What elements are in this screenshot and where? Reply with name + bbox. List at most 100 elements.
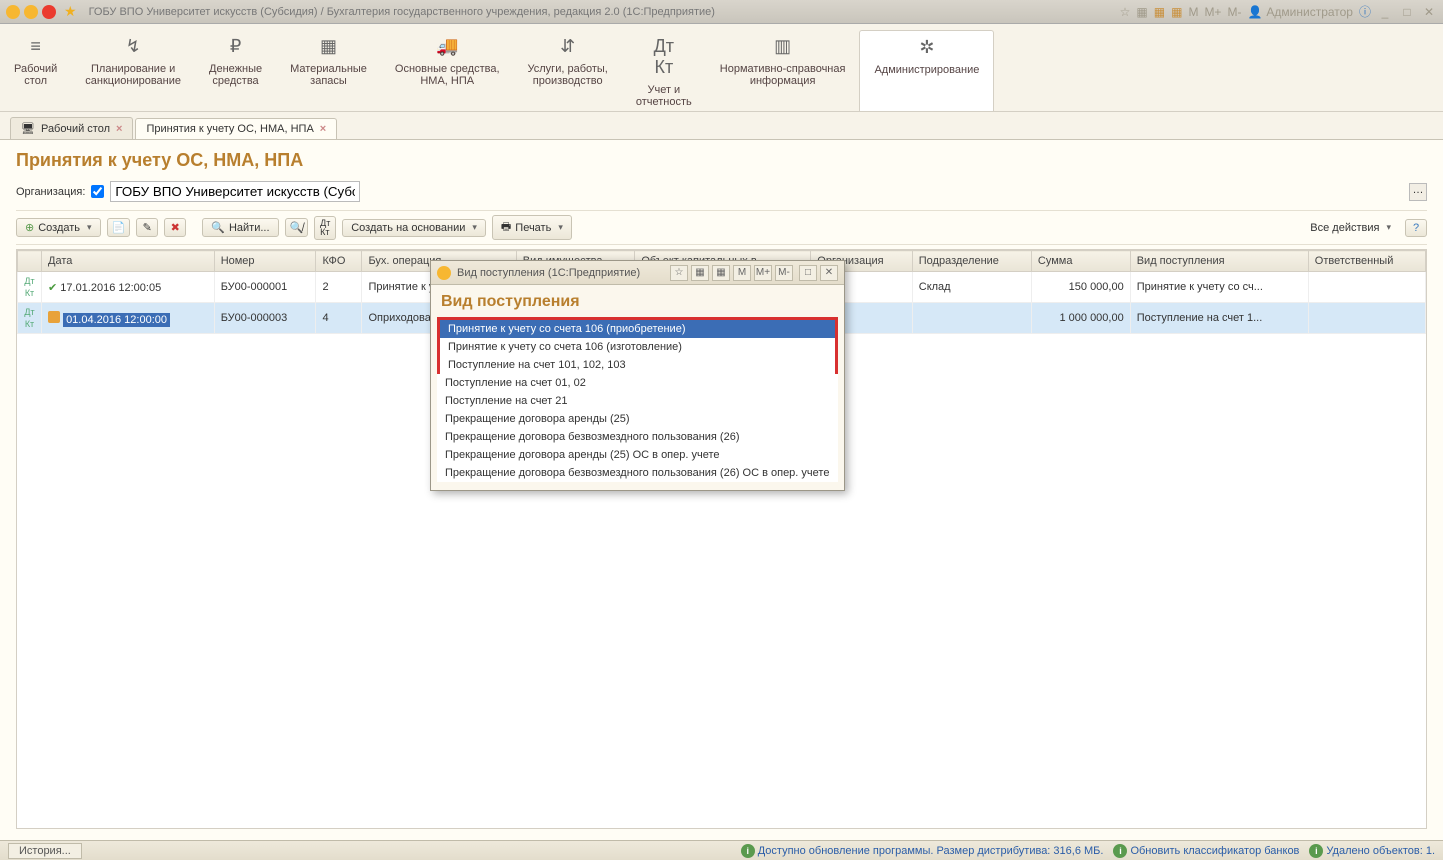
org-input[interactable] [110, 181, 360, 202]
history-button[interactable]: История... [8, 843, 82, 859]
popup-dialog: Вид поступления (1С:Предприятие) ☆▦▦MM+M… [430, 260, 845, 491]
create-button[interactable]: ⊕Создать [16, 218, 101, 237]
minimize-icon[interactable]: _ [1377, 5, 1393, 19]
org-label: Организация: [16, 186, 85, 198]
list-toolbar: ⊕Создать 📄 ✎ ✖ 🔍 Найти... 🔍̸ ДтКт Создат… [16, 210, 1427, 245]
section-icon: ₽ [209, 36, 262, 57]
delete-button[interactable]: ✖ [164, 218, 186, 237]
popup-close-icon[interactable]: ✕ [820, 265, 838, 281]
popup-item[interactable]: Поступление на счет 01, 02 [437, 374, 838, 392]
toolbar-icon[interactable]: M+ [1204, 5, 1221, 19]
column-header[interactable]: КФО [316, 251, 362, 272]
popup-item[interactable]: Прекращение договора безвозмездного поль… [437, 464, 838, 482]
row-icon: ДтКт [24, 276, 34, 298]
print-button[interactable]: 🖶 Печать [492, 215, 572, 240]
toolbar-icon[interactable]: ☆ [1120, 5, 1131, 19]
popup-list-highlighted: Принятие к учету со счета 106 (приобрете… [437, 317, 838, 377]
nav-forward-icon[interactable] [42, 5, 56, 19]
popup-tool-button[interactable]: ▦ [691, 265, 709, 281]
sections-nav: ≡Рабочийстол↯Планирование исанкционирова… [0, 24, 1443, 112]
popup-item[interactable]: Поступление на счет 21 [437, 392, 838, 410]
popup-tool-button[interactable]: M+ [754, 265, 772, 281]
info-icon[interactable]: ⓘ [1359, 3, 1371, 20]
popup-tool-button[interactable]: M [733, 265, 751, 281]
tab-1[interactable]: Принятия к учету ОС, НМА, НПА × [135, 118, 337, 139]
section-icon: ▥ [720, 36, 846, 57]
create-based-button[interactable]: Создать на основании [342, 219, 486, 237]
toolbar-icon[interactable]: ▦ [1136, 5, 1147, 19]
all-actions-button[interactable]: Все действия [1302, 220, 1399, 236]
window-title: ГОБУ ВПО Университет искусств (Субсидия)… [89, 6, 1116, 18]
popup-tool-button[interactable]: ▦ [712, 265, 730, 281]
popup-window-title: Вид поступления (1С:Предприятие) [457, 267, 664, 279]
org-more-button[interactable]: … [1409, 183, 1427, 201]
popup-item[interactable]: Принятие к учету со счета 106 (изготовле… [440, 338, 835, 356]
popup-item[interactable]: Поступление на счет 101, 102, 103 [440, 356, 835, 374]
popup-maximize-icon[interactable]: □ [799, 265, 817, 281]
organization-row: Организация: … [16, 181, 1427, 202]
maximize-icon[interactable]: □ [1399, 5, 1415, 19]
section-icon: ↯ [85, 36, 181, 57]
section-icon: ≡ [14, 36, 57, 57]
section-1[interactable]: ↯Планирование исанкционирование [71, 30, 195, 111]
popup-titlebar[interactable]: Вид поступления (1С:Предприятие) ☆▦▦MM+M… [431, 261, 844, 285]
tab-close-icon[interactable]: × [116, 123, 122, 135]
section-5[interactable]: ⇵Услуги, работы,производство [514, 30, 622, 111]
popup-item[interactable]: Прекращение договора безвозмездного поль… [437, 428, 838, 446]
edit-button[interactable]: ✎ [136, 218, 158, 237]
column-header[interactable]: Сумма [1031, 251, 1130, 272]
toolbar-icon[interactable]: ▦ [1154, 5, 1165, 19]
column-header[interactable]: Дата [42, 251, 215, 272]
column-header[interactable] [18, 251, 42, 272]
favorite-icon[interactable]: ★ [64, 3, 77, 20]
app-icon [6, 5, 20, 19]
dt-kt-button[interactable]: ДтКт [314, 216, 336, 240]
popup-item[interactable]: Принятие к учету со счета 106 (приобрете… [440, 320, 835, 338]
section-7[interactable]: ▥Нормативно-справочнаяинформация [706, 30, 860, 111]
popup-heading: Вид поступления [431, 285, 844, 317]
section-4[interactable]: 🚚Основные средства,НМА, НПА [381, 30, 514, 111]
clear-filter-button[interactable]: 🔍̸ [285, 218, 309, 237]
section-icon: ⇵ [528, 36, 608, 57]
section-icon: ✲ [874, 37, 979, 58]
section-icon: ▦ [290, 36, 367, 57]
status-deleted[interactable]: iУдалено объектов: 1. [1309, 844, 1435, 858]
column-header[interactable]: Вид поступления [1130, 251, 1308, 272]
status-update[interactable]: iДоступно обновление программы. Размер д… [741, 844, 1104, 858]
close-icon[interactable]: ✕ [1421, 5, 1437, 19]
status-banks[interactable]: iОбновить классификатор банков [1113, 844, 1299, 858]
tab-label: Принятия к учету ОС, НМА, НПА [146, 123, 313, 135]
page-title: Принятия к учету ОС, НМА, НПА [16, 150, 1427, 171]
copy-button[interactable]: 📄 [107, 218, 131, 237]
section-3[interactable]: ▦Материальныезапасы [276, 30, 381, 111]
popup-item[interactable]: Прекращение договора аренды (25) [437, 410, 838, 428]
desktop-icon: 🖥 [21, 122, 35, 135]
section-2[interactable]: ₽Денежныесредства [195, 30, 276, 111]
popup-tool-button[interactable]: M- [775, 265, 793, 281]
popup-item[interactable]: Прекращение договора аренды (25) ОС в оп… [437, 446, 838, 464]
popup-tool-button[interactable]: ☆ [670, 265, 688, 281]
tab-close-icon[interactable]: × [320, 123, 326, 135]
toolbar-icon[interactable]: ▦ [1171, 5, 1182, 19]
column-header[interactable]: Ответственный [1308, 251, 1425, 272]
column-header[interactable]: Подразделение [912, 251, 1031, 272]
org-checkbox[interactable] [91, 185, 104, 198]
section-6[interactable]: ДтКтУчет иотчетность [622, 30, 706, 111]
tab-label: Рабочий стол [41, 123, 110, 135]
nav-back-icon[interactable] [24, 5, 38, 19]
document-tabs: 🖥Рабочий стол×Принятия к учету ОС, НМА, … [0, 112, 1443, 140]
find-button[interactable]: 🔍 Найти... [202, 218, 278, 237]
section-icon: 🚚 [395, 36, 500, 57]
help-button[interactable]: ? [1405, 219, 1427, 237]
user-label[interactable]: 👤 Администратор [1247, 5, 1353, 19]
section-8[interactable]: ✲Администрирование [859, 30, 994, 111]
title-bar: ★ ГОБУ ВПО Университет искусств (Субсиди… [0, 0, 1443, 24]
column-header[interactable]: Номер [214, 251, 316, 272]
row-icon: ДтКт [24, 307, 34, 329]
status-bar: История... iДоступно обновление программ… [0, 840, 1443, 860]
tab-0[interactable]: 🖥 Рабочий стол × [10, 117, 133, 139]
section-0[interactable]: ≡Рабочийстол [0, 30, 71, 111]
popup-list-rest: Поступление на счет 01, 02Поступление на… [437, 374, 838, 482]
toolbar-icon[interactable]: M- [1227, 5, 1241, 19]
toolbar-icon[interactable]: M [1188, 5, 1198, 19]
